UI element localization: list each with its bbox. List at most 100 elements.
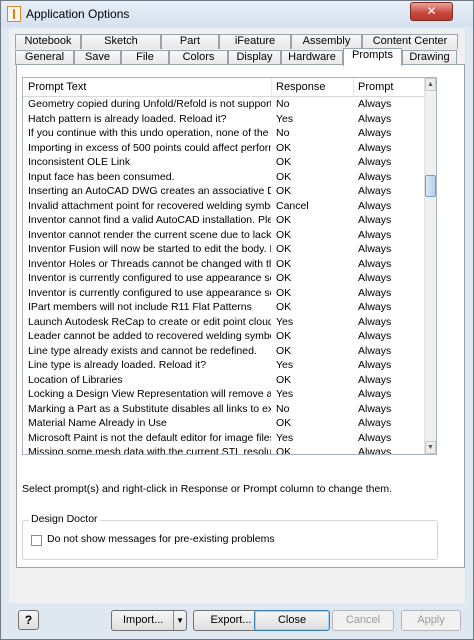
table-row[interactable]: Missing some mesh data with the current … — [23, 445, 427, 454]
table-row[interactable]: Importing in excess of 500 points could … — [23, 141, 427, 156]
prompt-cell[interactable]: Always — [358, 170, 423, 185]
prompt-text-cell[interactable]: Inventor cannot find a valid AutoCAD ins… — [28, 213, 271, 228]
prompt-cell[interactable]: Always — [358, 416, 423, 431]
response-cell[interactable]: OK — [276, 416, 352, 431]
prompt-cell[interactable]: Always — [358, 126, 423, 141]
table-row[interactable]: Location of Libraries OK Always — [23, 373, 427, 388]
prompt-text-cell[interactable]: Invalid attachment point for recovered w… — [28, 199, 271, 214]
prompt-cell[interactable]: Always — [358, 431, 423, 446]
table-row[interactable]: Invalid attachment point for recovered w… — [23, 199, 427, 214]
tab-notebook[interactable]: Notebook — [15, 34, 81, 49]
header-prompt[interactable]: Prompt — [358, 81, 393, 93]
response-cell[interactable]: OK — [276, 170, 352, 185]
prompt-cell[interactable]: Always — [358, 445, 423, 454]
prompt-cell[interactable]: Always — [358, 315, 423, 330]
tab-file[interactable]: File — [121, 50, 169, 65]
response-cell[interactable]: OK — [276, 445, 352, 454]
response-cell[interactable]: OK — [276, 329, 352, 344]
dropdown-arrow-icon[interactable]: ▼ — [176, 611, 184, 630]
prompt-text-cell[interactable]: Locking a Design View Representation wil… — [28, 387, 271, 402]
prompt-cell[interactable]: Always — [358, 184, 423, 199]
prompt-text-cell[interactable]: Inventor is currently configured to use … — [28, 286, 271, 301]
close-button[interactable]: Close — [254, 610, 330, 631]
response-cell[interactable]: No — [276, 97, 352, 112]
prompt-text-cell[interactable]: Launch Autodesk ReCap to create or edit … — [28, 315, 271, 330]
tab-display[interactable]: Display — [228, 50, 281, 65]
cancel-button[interactable]: Cancel — [332, 610, 394, 631]
prompt-text-cell[interactable]: Inventor is currently configured to use … — [28, 271, 271, 286]
prompt-text-cell[interactable]: Microsoft Paint is not the default edito… — [28, 431, 271, 446]
prompt-text-cell[interactable]: Inventor Fusion will now be started to e… — [28, 242, 271, 257]
prompt-cell[interactable]: Always — [358, 213, 423, 228]
response-cell[interactable]: OK — [276, 228, 352, 243]
prompt-cell[interactable]: Always — [358, 387, 423, 402]
response-cell[interactable]: OK — [276, 300, 352, 315]
response-cell[interactable]: OK — [276, 373, 352, 388]
prompt-cell[interactable]: Always — [358, 155, 423, 170]
response-cell[interactable]: No — [276, 402, 352, 417]
tab-prompts[interactable]: Prompts — [343, 48, 402, 66]
help-button[interactable]: ? — [18, 610, 39, 630]
table-row[interactable]: Inventor Holes or Threads cannot be chan… — [23, 257, 427, 272]
response-cell[interactable]: OK — [276, 286, 352, 301]
prompt-text-cell[interactable]: If you continue with this undo operation… — [28, 126, 271, 141]
tab-save[interactable]: Save — [74, 50, 121, 65]
prompt-text-cell[interactable]: Leader cannot be added to recovered weld… — [28, 329, 271, 344]
prompt-cell[interactable]: Always — [358, 271, 423, 286]
prompt-cell[interactable]: Always — [358, 257, 423, 272]
prompt-cell[interactable]: Always — [358, 112, 423, 127]
suppress-preexisting-checkbox[interactable] — [31, 535, 42, 546]
table-row[interactable]: Inventor is currently configured to use … — [23, 271, 427, 286]
vertical-scrollbar[interactable]: ▲ ▼ — [424, 78, 436, 454]
table-row[interactable]: Hatch pattern is already loaded. Reload … — [23, 112, 427, 127]
prompt-cell[interactable]: Always — [358, 242, 423, 257]
response-cell[interactable]: OK — [276, 257, 352, 272]
scroll-down-icon[interactable]: ▼ — [425, 441, 436, 454]
table-row[interactable]: Locking a Design View Representation wil… — [23, 387, 427, 402]
prompt-text-cell[interactable]: Importing in excess of 500 points could … — [28, 141, 271, 156]
tab-ifeature[interactable]: iFeature — [219, 34, 291, 49]
tab-assembly[interactable]: Assembly — [291, 34, 362, 49]
prompt-text-cell[interactable]: Input face has been consumed. — [28, 170, 271, 185]
response-cell[interactable]: OK — [276, 271, 352, 286]
prompt-cell[interactable]: Always — [358, 373, 423, 388]
response-cell[interactable]: Yes — [276, 387, 352, 402]
table-row[interactable]: Inventor cannot render the current scene… — [23, 228, 427, 243]
table-row[interactable]: Geometry copied during Unfold/Refold is … — [23, 97, 427, 112]
prompt-cell[interactable]: Always — [358, 97, 423, 112]
table-row[interactable]: Leader cannot be added to recovered weld… — [23, 329, 427, 344]
prompt-cell[interactable]: Always — [358, 358, 423, 373]
table-row[interactable]: Inconsistent OLE Link OK Always — [23, 155, 427, 170]
prompt-text-cell[interactable]: Material Name Already in Use — [28, 416, 271, 431]
table-row[interactable]: Inventor Fusion will now be started to e… — [23, 242, 427, 257]
prompt-cell[interactable]: Always — [358, 402, 423, 417]
table-row[interactable]: If you continue with this undo operation… — [23, 126, 427, 141]
close-window-button[interactable]: ✕ — [410, 2, 453, 21]
table-row[interactable]: Line type already exists and cannot be r… — [23, 344, 427, 359]
prompt-text-cell[interactable]: Line type is already loaded. Reload it? — [28, 358, 271, 373]
tab-general[interactable]: General — [15, 50, 74, 65]
tab-content-center[interactable]: Content Center — [362, 34, 458, 49]
table-row[interactable]: Launch Autodesk ReCap to create or edit … — [23, 315, 427, 330]
prompt-cell[interactable]: Always — [358, 228, 423, 243]
response-cell[interactable]: Yes — [276, 431, 352, 446]
prompt-cell[interactable]: Always — [358, 286, 423, 301]
response-cell[interactable]: OK — [276, 184, 352, 199]
response-cell[interactable]: OK — [276, 141, 352, 156]
prompt-text-cell[interactable]: Missing some mesh data with the current … — [28, 445, 271, 454]
response-cell[interactable]: Cancel — [276, 199, 352, 214]
prompt-text-cell[interactable]: Location of Libraries — [28, 373, 271, 388]
table-row[interactable]: IPart members will not include R11 Flat … — [23, 300, 427, 315]
response-cell[interactable]: OK — [276, 213, 352, 228]
prompt-cell[interactable]: Always — [358, 329, 423, 344]
table-row[interactable]: Inserting an AutoCAD DWG creates an asso… — [23, 184, 427, 199]
response-cell[interactable]: OK — [276, 344, 352, 359]
tab-sketch[interactable]: Sketch — [81, 34, 161, 49]
response-cell[interactable]: Yes — [276, 358, 352, 373]
tab-colors[interactable]: Colors — [169, 50, 228, 65]
table-row[interactable]: Inventor cannot find a valid AutoCAD ins… — [23, 213, 427, 228]
import-button[interactable]: Import... ▼ — [111, 610, 187, 631]
prompt-text-cell[interactable]: Inserting an AutoCAD DWG creates an asso… — [28, 184, 271, 199]
prompt-text-cell[interactable]: IPart members will not include R11 Flat … — [28, 300, 271, 315]
title-bar[interactable]: Application Options ✕ — [1, 1, 473, 27]
